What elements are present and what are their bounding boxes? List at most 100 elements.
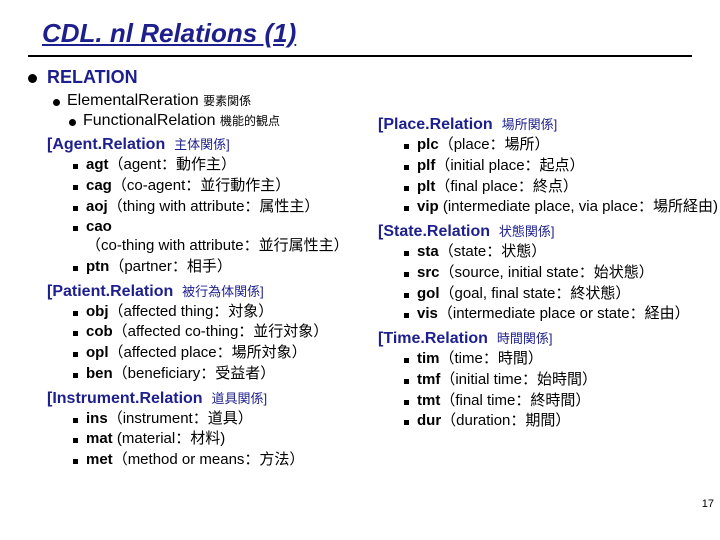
item-abbr: cao: [86, 218, 112, 235]
item-rest: （initial place：起点）: [435, 157, 584, 174]
square-bullet-icon: [73, 418, 78, 423]
group-head-jp: 状態関係]: [499, 224, 555, 239]
list-item: opl（affected place：場所対象）: [73, 344, 372, 363]
item-abbr: vip: [417, 198, 439, 215]
item-rest: (intermediate place, via place：場所経由): [439, 198, 718, 215]
group-heading: [Agent.Relation 主体関係]: [47, 134, 372, 154]
bullet-icon: [69, 119, 76, 126]
square-bullet-icon: [404, 186, 409, 191]
item-abbr: aoj: [86, 198, 108, 215]
square-bullet-icon: [404, 358, 409, 363]
square-bullet-icon: [73, 266, 78, 271]
list-item: obj（affected thing：対象）: [73, 303, 372, 322]
group-head-label: [Instrument.Relation: [47, 390, 203, 407]
list-item: met（method or means：方法）: [73, 451, 372, 470]
functional-line: FunctionalRelation 機能的観点: [83, 112, 280, 130]
item-abbr: plc: [417, 136, 439, 153]
item-list: sta（state：状態） src（source, initial state：始…: [404, 243, 718, 324]
list-item: tmt（final time：終時間）: [404, 392, 718, 411]
item-text: met（method or means：方法）: [86, 451, 372, 470]
square-bullet-icon: [404, 206, 409, 211]
square-bullet-icon: [404, 165, 409, 170]
group-head-label: [Place.Relation: [378, 116, 493, 133]
item-abbr: met: [86, 451, 113, 468]
item-abbr: plf: [417, 157, 435, 174]
item-text: ben（beneficiary：受益者）: [86, 365, 372, 384]
item-abbr: sta: [417, 243, 439, 260]
list-item: gol（goal, final state：終状態）: [404, 285, 718, 304]
list-item: tim（time：時間）: [404, 350, 718, 369]
right-column: [Place.Relation 場所関係]plc（place：場所）plf（in…: [378, 110, 718, 470]
item-abbr: vis: [417, 305, 438, 322]
square-bullet-icon: [404, 272, 409, 277]
item-rest: （goal, final state：終状態）: [440, 285, 631, 302]
group-heading: [Place.Relation 場所関係]: [378, 114, 718, 134]
group-heading: [Instrument.Relation 道具関係]: [47, 388, 372, 408]
square-bullet-icon: [73, 331, 78, 336]
item-text: tim（time：時間）: [417, 350, 718, 369]
item-abbr: cag: [86, 177, 112, 194]
item-rest: （final time：終時間）: [440, 392, 590, 409]
item-abbr: ben: [86, 365, 113, 382]
square-bullet-icon: [73, 373, 78, 378]
item-abbr: agt: [86, 156, 109, 173]
square-bullet-icon: [404, 313, 409, 318]
item-list: plc（place：場所）plf（initial place：起点）plt（fi…: [404, 136, 718, 217]
item-list: tim（time：時間） tmf（initial time：始時間） tmt（fin…: [404, 350, 718, 431]
item-text: vis（intermediate place or state：経由）: [417, 305, 718, 324]
list-item: plf（initial place：起点）: [404, 157, 718, 176]
item-text: obj（affected thing：対象）: [86, 303, 372, 322]
item-rest: （place：場所）: [439, 136, 550, 153]
list-item: cob（affected co-thing：並行対象）: [73, 323, 372, 342]
item-text: cob（affected co-thing：並行対象）: [86, 323, 372, 342]
item-text: vip (intermediate place, via place：場所経由): [417, 198, 718, 217]
item-rest: （source, initial state：始状態）: [440, 264, 654, 281]
square-bullet-icon: [73, 185, 78, 190]
list-item: aoj（thing with attribute：属性主）: [73, 198, 372, 217]
group-heading: [Patient.Relation 被行為体関係]: [47, 281, 372, 301]
group-head-jp: 主体関係]: [174, 137, 230, 152]
list-item: tmf（initial time：始時間）: [404, 371, 718, 390]
square-bullet-icon: [404, 379, 409, 384]
item-rest: （duration：期間）: [441, 412, 570, 429]
elemental-label: ElementalReration: [67, 92, 199, 109]
item-list: obj（affected thing：対象）cob（affected co-th…: [73, 303, 372, 384]
square-bullet-icon: [404, 144, 409, 149]
item-rest: （co-agent：並行動作主）: [112, 177, 290, 194]
title-divider: [28, 55, 692, 57]
bullet-icon: [53, 99, 60, 106]
square-bullet-icon: [404, 400, 409, 405]
group-heading: [State.Relation 状態関係]: [378, 221, 718, 241]
item-text: sta（state：状態）: [417, 243, 718, 262]
group-heading: [Time.Relation 時間関係]: [378, 328, 718, 348]
item-text: ins（instrument：道具）: [86, 410, 372, 429]
item-rest: （thing with attribute：属性主）: [108, 198, 320, 215]
item-abbr: cob: [86, 323, 113, 340]
item-rest: （intermediate place or state：経由）: [438, 305, 690, 322]
slide-title: CDL. nl Relations (1): [42, 18, 692, 49]
group-head-label: [Time.Relation: [378, 330, 488, 347]
item-rest: （agent：動作主）: [109, 156, 237, 173]
list-item: agt（agent：動作主）: [73, 156, 372, 175]
item-text: plc（place：場所）: [417, 136, 718, 155]
item-rest: （final place：終点）: [435, 178, 578, 195]
functional-jp: 機能的観点: [220, 114, 280, 128]
item-rest: （affected thing：対象）: [109, 303, 274, 320]
item-abbr: mat: [86, 430, 113, 447]
group-head-jp: 場所関係]: [502, 117, 558, 132]
item-rest: （time：時間）: [440, 350, 543, 367]
item-text: tmf（initial time：始時間）: [417, 371, 718, 390]
list-item: ben（beneficiary：受益者）: [73, 365, 372, 384]
item-list: ins（instrument：道具）mat (material：材料) met（m…: [73, 410, 372, 470]
list-item: plc（place：場所）: [404, 136, 718, 155]
group-head-jp: 時間関係]: [497, 331, 553, 346]
item-rest: (material：材料): [113, 430, 226, 447]
list-item: src（source, initial state：始状態）: [404, 264, 718, 283]
item-abbr: ins: [86, 410, 108, 427]
item-text: dur（duration：期間）: [417, 412, 718, 431]
list-item: vis（intermediate place or state：経由）: [404, 305, 718, 324]
item-text: src（source, initial state：始状態）: [417, 264, 718, 283]
item-text: gol（goal, final state：終状態）: [417, 285, 718, 304]
item-abbr: tmf: [417, 371, 440, 388]
group-head-label: [State.Relation: [378, 223, 490, 240]
